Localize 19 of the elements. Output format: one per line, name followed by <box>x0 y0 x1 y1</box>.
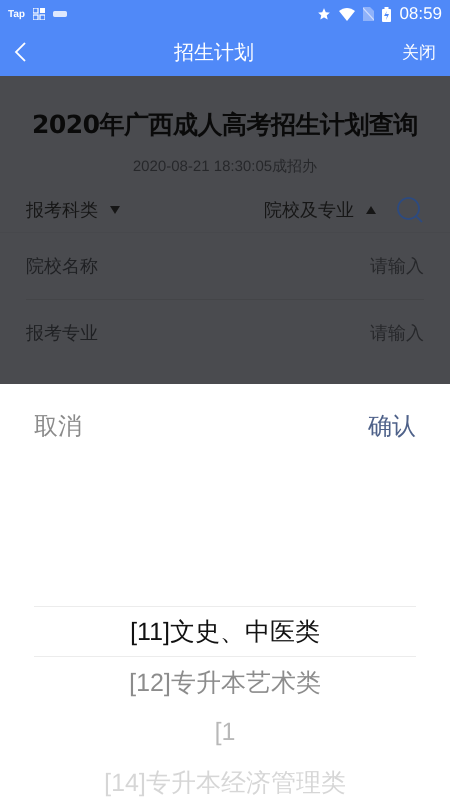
grid-icon <box>33 8 46 20</box>
picker-option[interactable]: [11]文史、中医类 <box>34 607 416 657</box>
back-icon[interactable] <box>14 42 26 62</box>
wifi-icon <box>339 8 356 20</box>
confirm-button[interactable]: 确认 <box>368 410 416 442</box>
cancel-button[interactable]: 取消 <box>34 410 82 442</box>
app-label: Tap <box>8 8 26 20</box>
screen-title: 招生计划 <box>173 38 255 66</box>
notification-icon <box>53 11 68 17</box>
filter-dropdown[interactable]: 报考科类 <box>26 198 120 222</box>
no-sim-icon <box>363 7 374 21</box>
picker-option[interactable]: [1 <box>34 707 416 757</box>
battery-icon <box>382 6 392 22</box>
star-icon <box>317 7 332 21</box>
page-title: 2020年广西成人高考招生计划查询 <box>30 109 420 141</box>
filter-dropdown[interactable]: 院校及专业 <box>264 198 376 222</box>
picker-option[interactable]: [12]专升本艺术类 <box>34 657 416 707</box>
close-button[interactable]: 关闭 <box>402 40 436 64</box>
clock-time: 08:59 <box>399 4 442 24</box>
